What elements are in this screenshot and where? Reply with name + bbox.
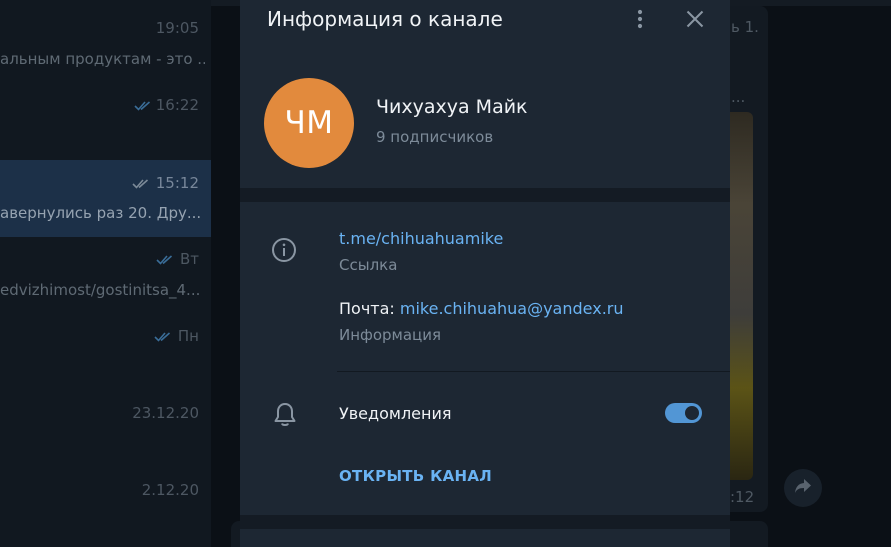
- dialog-header: Информация о канале: [240, 0, 730, 44]
- share-button[interactable]: [784, 469, 822, 507]
- toggle-knob: [683, 404, 701, 422]
- email-prefix: Почта:: [339, 299, 400, 318]
- close-button[interactable]: [680, 6, 710, 36]
- dialog-title: Информация о канале: [267, 7, 503, 31]
- channel-link[interactable]: t.me/chihuahuamike: [339, 229, 503, 248]
- double-check-icon: [154, 331, 174, 342]
- avatar-initials: ЧМ: [284, 105, 334, 141]
- email-link[interactable]: mike.chihuahua@yandex.ru: [400, 299, 624, 318]
- chat-time: 2.12.20: [141, 481, 199, 499]
- chat-time: Пн: [154, 327, 199, 345]
- message-image: [730, 112, 753, 480]
- channel-description: Почта: mike.chihuahua@yandex.ru: [339, 299, 624, 318]
- message-time: :12: [730, 488, 755, 506]
- chat-preview: авернулись раз 20. Дру...: [0, 204, 202, 222]
- message-text: ...: [731, 88, 746, 106]
- chat-time: Вт: [156, 250, 199, 268]
- chat-time: 23.12.20: [132, 404, 199, 422]
- channel-avatar[interactable]: ЧМ: [264, 78, 354, 168]
- section-divider: [240, 188, 730, 202]
- double-check-icon: [134, 100, 152, 111]
- chat-time: 15:12: [132, 174, 199, 192]
- message-text: ь 1.: [731, 18, 759, 36]
- chat-time: 16:22: [134, 96, 199, 114]
- bell-icon: [273, 402, 297, 432]
- double-check-icon: [156, 254, 176, 265]
- chat-time: 19:05: [155, 19, 199, 37]
- info-label: Информация: [339, 326, 442, 344]
- more-vertical-icon: [637, 9, 643, 33]
- double-check-icon: [132, 178, 152, 189]
- row-separator: [337, 371, 730, 372]
- share-icon: [794, 478, 812, 498]
- notifications-toggle[interactable]: [665, 403, 702, 423]
- channel-info-dialog: Информация о канале ЧМ Чихуахуа Майк 9 п…: [240, 0, 730, 547]
- chat-preview: альным продуктам - это ...: [0, 50, 205, 68]
- chat-item-selected[interactable]: 15:12 авернулись раз 20. Дру...: [0, 160, 211, 237]
- subscriber-count: 9 подписчиков: [376, 128, 494, 146]
- channel-name: Чихуахуа Майк: [376, 96, 528, 118]
- chat-preview: edvizhimost/gostinitsa_4...: [0, 281, 201, 299]
- notifications-label: Уведомления: [339, 404, 452, 423]
- open-channel-button[interactable]: ОТКРЫТЬ КАНАЛ: [339, 467, 492, 485]
- chat-list: 19:05 альным продуктам - это ... 16:22 1…: [0, 0, 211, 547]
- close-icon: [686, 10, 704, 32]
- section-divider: [240, 515, 730, 529]
- info-icon: [271, 237, 297, 267]
- more-button[interactable]: [625, 6, 655, 36]
- link-label: Ссылка: [339, 256, 398, 274]
